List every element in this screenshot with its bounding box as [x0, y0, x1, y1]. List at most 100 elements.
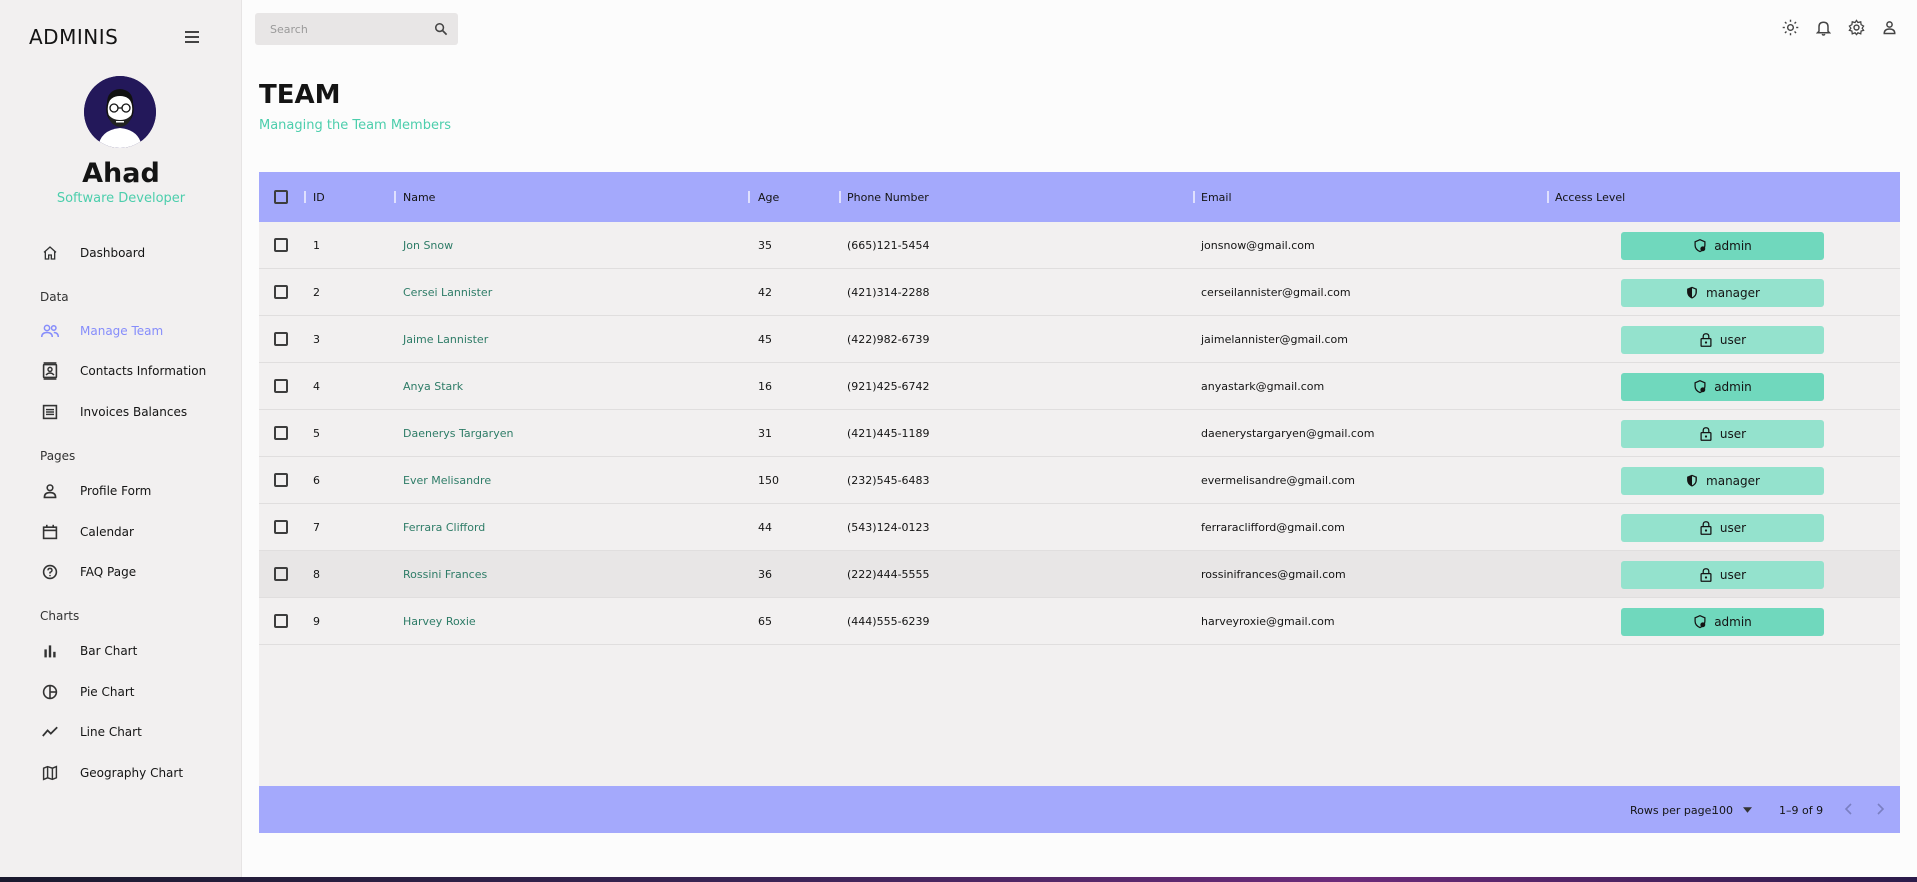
access-level-badge[interactable]: manager [1621, 279, 1824, 307]
next-page-button[interactable] [1870, 798, 1892, 820]
menu-icon[interactable] [185, 31, 201, 43]
profile-name: Ahad [82, 158, 160, 189]
previous-page-button[interactable] [1837, 798, 1859, 820]
cell-name: Jon Snow [403, 238, 454, 252]
access-level-badge[interactable]: admin [1621, 373, 1824, 401]
table-row[interactable]: 6 Ever Melisandre 150 (232)545-6483 evermeli… [259, 457, 1900, 504]
row-checkbox[interactable] [274, 238, 288, 252]
access-level-badge[interactable]: admin [1621, 232, 1824, 260]
sidebar-item-profile-form[interactable]: Profile Form [40, 478, 151, 504]
table-row[interactable]: 7 Ferrara Clifford 44 (543)124-0123 ferrarac… [259, 504, 1900, 551]
search-input[interactable] [270, 22, 434, 36]
table-row[interactable]: 8 Rossini Frances 36 (222)444-5555 rossinifr… [259, 551, 1900, 598]
cell-age: 45 [758, 332, 772, 346]
access-level-badge[interactable]: user [1621, 326, 1824, 354]
access-level-badge[interactable]: user [1621, 561, 1824, 589]
sidebar-item-line-chart[interactable]: Line Chart [40, 719, 142, 745]
cell-name: Rossini Frances [403, 567, 488, 581]
lock-open-icon [1699, 521, 1713, 535]
table-row[interactable]: 9 Harvey Roxie 65 (444)555-6239 harveyroxie@… [259, 598, 1900, 645]
sidebar-item-calendar[interactable]: Calendar [40, 519, 134, 545]
cell-age: 65 [758, 614, 772, 628]
cell-id: 9 [313, 614, 320, 628]
sidebar-item-pie-chart[interactable]: Pie Chart [40, 679, 134, 705]
cell-email: daenerystargaryen@gmail.com [1201, 426, 1375, 440]
sidebar-item-dashboard[interactable]: Dashboard [40, 240, 145, 266]
sidebar-item-manage-team[interactable]: Manage Team [40, 318, 163, 344]
cell-age: 16 [758, 379, 772, 393]
column-header-email[interactable]: Email [1201, 172, 1232, 222]
calendar-icon [40, 522, 60, 542]
cell-name: Ferrara Clifford [403, 520, 486, 534]
sidebar-item-contacts[interactable]: Contacts Information [40, 358, 206, 384]
column-header-phone[interactable]: Phone Number [847, 172, 929, 222]
search-icon[interactable] [434, 22, 448, 36]
row-checkbox[interactable] [274, 285, 288, 299]
cell-age: 150 [758, 473, 779, 487]
cell-email: evermelisandre@gmail.com [1201, 473, 1355, 487]
sidebar-item-invoices[interactable]: Invoices Balances [40, 399, 187, 425]
column-header-access-level[interactable]: Access Level [1555, 172, 1625, 222]
row-checkbox[interactable] [274, 379, 288, 393]
cell-phone: (421)314-2288 [847, 285, 930, 299]
cell-id: 4 [313, 379, 320, 393]
lock-open-icon [1699, 333, 1713, 347]
sidebar-item-label: Geography Chart [80, 766, 184, 780]
settings-icon[interactable] [1847, 18, 1866, 37]
sidebar-item-geography-chart[interactable]: Geography Chart [40, 760, 183, 786]
row-checkbox[interactable] [274, 614, 288, 628]
table-row[interactable]: 2 Cersei Lannister 42 (421)314-2288 cerseila… [259, 269, 1900, 316]
access-level-badge[interactable]: user [1621, 514, 1824, 542]
receipt-icon [40, 402, 60, 422]
row-checkbox[interactable] [274, 332, 288, 346]
cell-age: 42 [758, 285, 772, 299]
security-shield-icon [1685, 286, 1699, 300]
profile-role: Software Developer [56, 191, 186, 206]
column-header-name[interactable]: Name [403, 172, 435, 222]
table-row[interactable]: 4 Anya Stark 16 (921)425-6742 anyastark@gmai… [259, 363, 1900, 410]
row-checkbox[interactable] [274, 567, 288, 581]
row-checkbox[interactable] [274, 426, 288, 440]
cell-email: cerseilannister@gmail.com [1201, 285, 1351, 299]
cell-age: 35 [758, 238, 772, 252]
cell-id: 3 [313, 332, 320, 346]
brand-title: ADMINIS [29, 25, 119, 49]
team-data-grid: ID Name Age Phone Number Email Access Le… [259, 172, 1900, 833]
rows-per-page-select[interactable]: 100 [1712, 798, 1752, 822]
access-level-label: admin [1714, 615, 1752, 629]
sidebar-item-label: Line Chart [80, 725, 142, 739]
cell-email: rossinifrances@gmail.com [1201, 567, 1346, 581]
select-all-checkbox[interactable] [274, 190, 288, 204]
cell-id: 6 [313, 473, 320, 487]
security-shield-icon [1685, 474, 1699, 488]
table-row[interactable]: 1 Jon Snow 35 (665)121-5454 jonsnow@gmail.co… [259, 222, 1900, 269]
cell-phone: (665)121-5454 [847, 238, 930, 252]
pagination-range: 1–9 of 9 [1779, 804, 1824, 817]
timeline-icon [40, 722, 60, 742]
row-checkbox[interactable] [274, 473, 288, 487]
cell-name: Daenerys Targaryen [403, 426, 514, 440]
row-checkbox[interactable] [274, 520, 288, 534]
column-header-age[interactable]: Age [758, 172, 779, 222]
cell-phone: (921)425-6742 [847, 379, 930, 393]
light-mode-icon[interactable] [1781, 18, 1800, 37]
admin-shield-icon [1693, 615, 1707, 629]
access-level-badge[interactable]: manager [1621, 467, 1824, 495]
nav-section-pages: Pages [40, 449, 76, 463]
map-icon [40, 763, 60, 783]
sidebar-item-bar-chart[interactable]: Bar Chart [40, 638, 137, 664]
lock-open-icon [1699, 427, 1713, 441]
cell-age: 36 [758, 567, 772, 581]
notifications-icon[interactable] [1814, 18, 1833, 37]
cell-age: 31 [758, 426, 772, 440]
column-header-id[interactable]: ID [313, 172, 325, 222]
table-row[interactable]: 3 Jaime Lannister 45 (422)982-6739 jaimelann… [259, 316, 1900, 363]
sidebar-item-faq[interactable]: FAQ Page [40, 559, 136, 585]
access-level-badge[interactable]: admin [1621, 608, 1824, 636]
access-level-badge[interactable]: user [1621, 420, 1824, 448]
account-icon[interactable] [1880, 18, 1899, 37]
page-title: TEAM [259, 80, 341, 110]
cell-email: harveyroxie@gmail.com [1201, 614, 1335, 628]
table-row[interactable]: 5 Daenerys Targaryen 31 (421)445-1189 daener… [259, 410, 1900, 457]
cell-phone: (421)445-1189 [847, 426, 930, 440]
